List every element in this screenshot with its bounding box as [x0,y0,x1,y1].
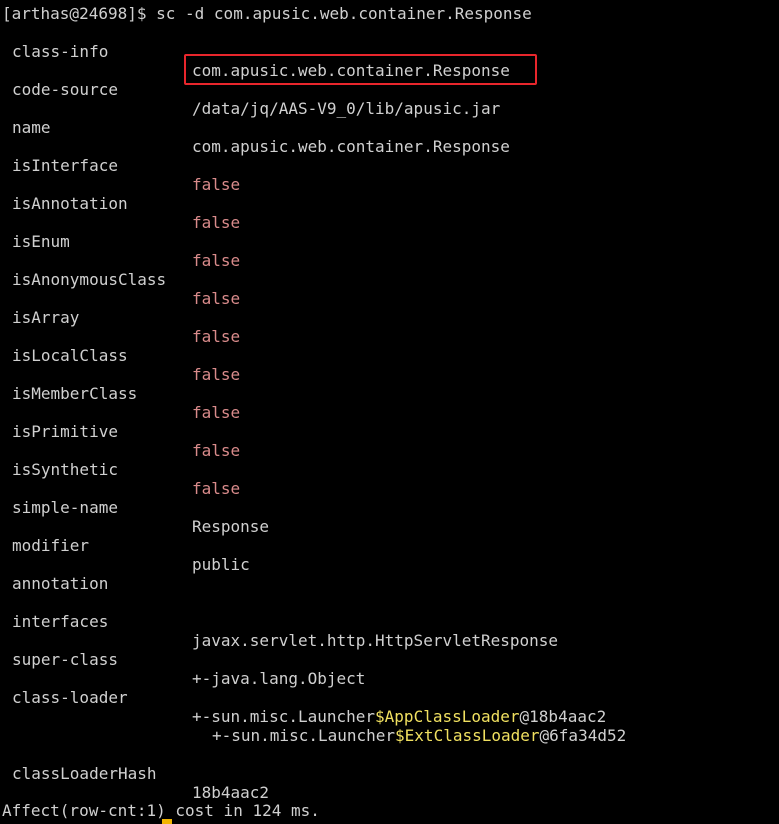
row-class-loader: class-loader +-sun.misc.Launcher$AppClas… [0,669,606,726]
row-class-loader-parent: +-sun.misc.Launcher$ExtClassLoader@6fa34… [0,707,626,745]
row-key: name [12,118,51,137]
row-value: false [192,289,241,308]
row-key: isPrimitive [12,422,118,441]
footer-summary: Affect(row-cnt:1) cost in 124 ms. [2,801,320,820]
terminal-cursor [162,819,172,824]
row-value: false [192,403,241,422]
row-value: +-sun.misc.Launcher$ExtClassLoader@6fa34… [212,726,626,745]
row-key: isAnnotation [12,194,128,213]
row-value: false [192,327,241,346]
row-class-info: class-info com.apusic.web.container.Resp… [0,23,510,80]
row-value: false [192,213,241,232]
row-key: simple-name [12,498,118,517]
row-key: code-source [12,80,118,99]
row-key: isArray [12,308,80,327]
row-isInterface: isInterface false [0,137,240,194]
loader-hash: @6fa34d52 [539,726,627,745]
row-value: false [192,441,241,460]
loader-prefix: +-sun.misc.Launcher [212,726,396,745]
row-value: com.apusic.web.container.Response [192,137,510,156]
row-isPrimitive: isPrimitive false [0,403,240,460]
row-modifier: modifier public [0,517,250,574]
loader-prefix: +-sun.misc.Launcher [192,707,376,726]
loader-class-highlight: $AppClassLoader [375,707,520,726]
loader-class-highlight: $ExtClassLoader [395,726,540,745]
row-isArray: isArray false [0,289,240,346]
row-isSynthetic: isSynthetic false [0,441,240,498]
row-key: classLoaderHash [12,764,157,783]
row-key: isSynthetic [12,460,118,479]
row-simple-name: simple-name Response [0,479,269,536]
row-key: class-info [12,42,109,61]
row-isAnonymousClass: isAnonymousClass false [0,251,240,308]
row-key: isLocalClass [12,346,128,365]
row-isMemberClass: isMemberClass false [0,365,240,422]
row-value: false [192,251,241,270]
row-name: name com.apusic.web.container.Response [0,99,510,156]
row-value: 18b4aac2 [192,783,270,802]
row-code-source: code-source /data/jq/AAS-V9_0/lib/apusic… [0,61,500,118]
row-value: +-sun.misc.Launcher$AppClassLoader@18b4a… [192,707,606,726]
row-super-class: super-class +-java.lang.Object [0,631,365,688]
row-classLoaderHash: classLoaderHash 18b4aac2 [0,745,269,802]
command-prompt-line: [arthas@24698]$ sc -d com.apusic.web.con… [2,4,532,23]
row-interfaces: interfaces javax.servlet.http.HttpServle… [0,593,558,650]
loader-hash: @18b4aac2 [519,707,607,726]
row-value: Response [192,517,270,536]
row-value: false [192,175,241,194]
row-value: public [192,555,250,574]
row-isLocalClass: isLocalClass false [0,327,240,384]
row-value: false [192,479,241,498]
terminal-window[interactable]: [arthas@24698]$ sc -d com.apusic.web.con… [0,0,779,824]
row-key: interfaces [12,612,109,631]
row-isEnum: isEnum false [0,213,240,270]
row-isAnnotation: isAnnotation false [0,175,240,232]
row-key: isAnonymousClass [12,270,167,289]
row-key: class-loader [12,688,128,707]
highlight-annotation-box [184,54,537,85]
row-value: +-java.lang.Object [192,669,366,688]
row-key: isMemberClass [12,384,138,403]
row-value: javax.servlet.http.HttpServletResponse [192,631,559,650]
row-key: isInterface [12,156,118,175]
row-key: isEnum [12,232,70,251]
row-key: annotation [12,574,109,593]
row-annotation: annotation [0,555,108,593]
row-value: false [192,365,241,384]
row-key: super-class [12,650,118,669]
row-value: /data/jq/AAS-V9_0/lib/apusic.jar [192,99,501,118]
row-key: modifier [12,536,90,555]
